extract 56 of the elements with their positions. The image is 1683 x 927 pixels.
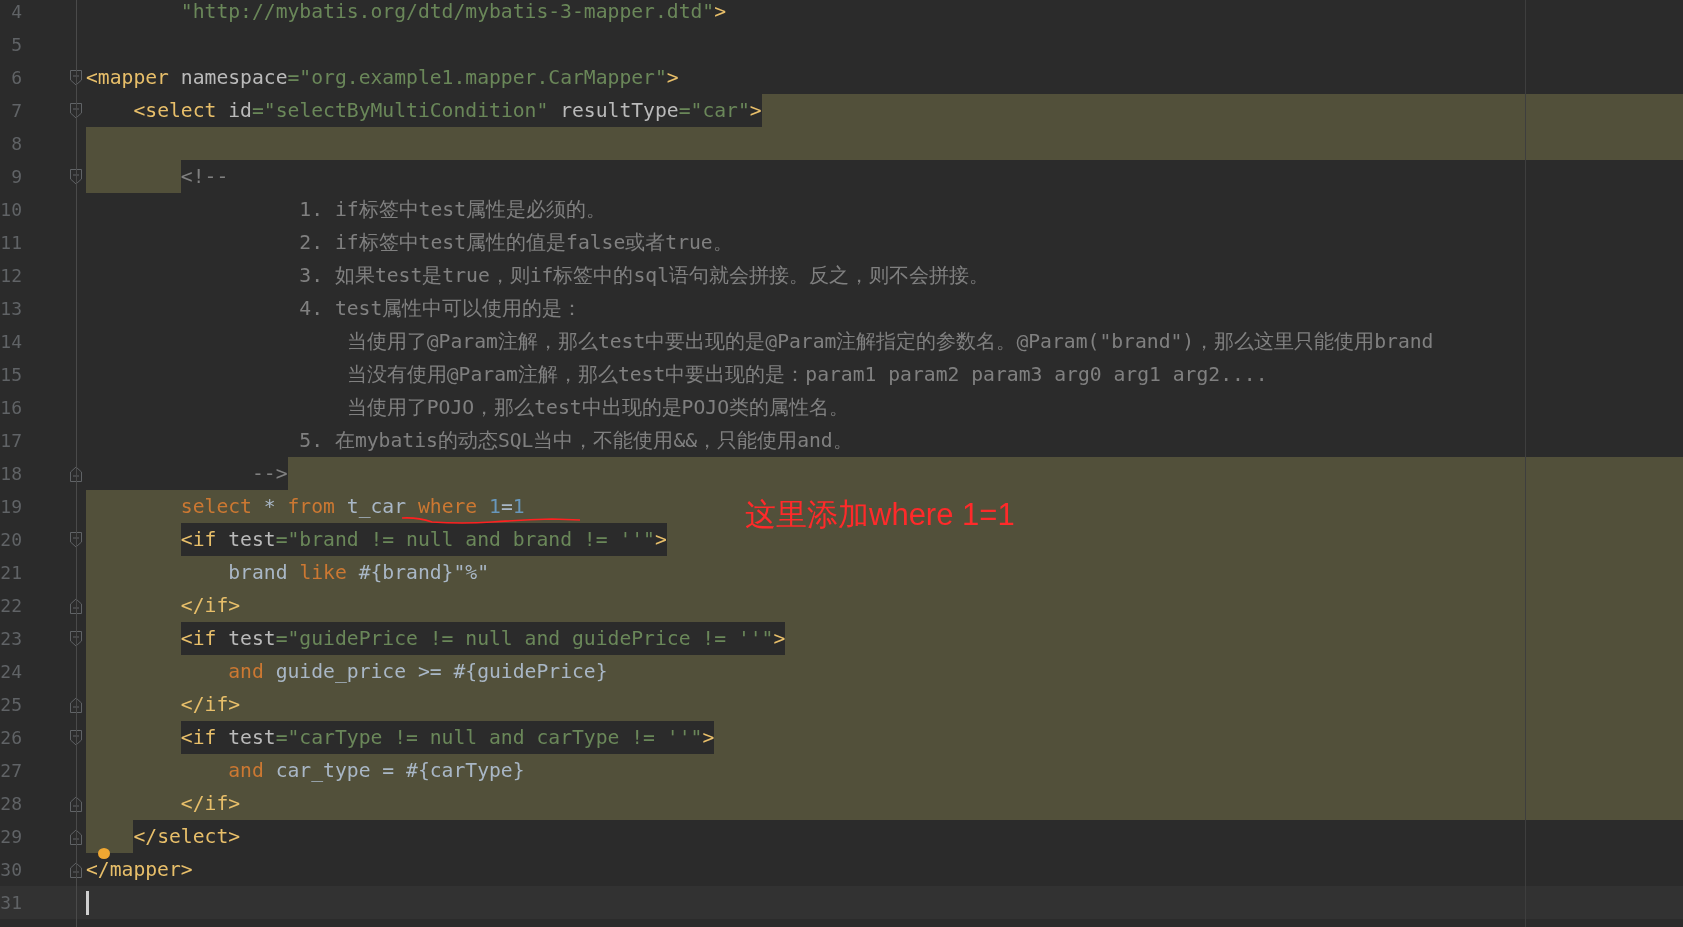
line-number: 25	[0, 694, 22, 715]
line-number: 4	[10, 1, 22, 22]
line-number: 14	[0, 331, 22, 352]
line-number: 13	[0, 298, 22, 319]
line-number: 16	[0, 397, 22, 418]
annotation-text: 这里添加where 1=1	[745, 496, 1015, 534]
code-line: 2. if标签中test属性的值是false或者true。	[299, 229, 733, 256]
code-line: -->	[251, 460, 288, 487]
code-line: 当使用了@Param注解，那么test中要出现的是@Param注解指定的参数名。@Param("brand")，那么这里只能使用brand	[346, 328, 1434, 355]
bulb-icon[interactable]	[98, 848, 110, 859]
line-number: 7	[10, 100, 22, 121]
code-line: 当使用了POJO，那么test中出现的是POJO类的属性名。	[346, 394, 849, 421]
line-number: 9	[10, 166, 22, 187]
fold-icon[interactable]	[70, 696, 82, 713]
code-line: "http://mybatis.org/dtd/mybatis-3-mapper.dtd">	[180, 0, 727, 25]
code-line: </select>	[133, 823, 241, 850]
fold-icon[interactable]	[70, 597, 82, 614]
line-number: 11	[0, 232, 22, 253]
fold-icon[interactable]	[70, 102, 82, 119]
line-number: 22	[0, 595, 22, 616]
fold-icon[interactable]	[70, 828, 82, 845]
line-number: 12	[0, 265, 22, 286]
line-number: 28	[0, 793, 22, 814]
code-line: <select id="selectByMultiCondition" resultType="car">	[133, 97, 762, 124]
line-number: 5	[10, 34, 22, 55]
line-number: 10	[0, 199, 22, 220]
line-number: 18	[0, 463, 22, 484]
code-line: 当没有使用@Param注解，那么test中要出现的是：param1 param2 param3 arg0 arg1 arg2....	[346, 361, 1268, 388]
line-number: 19	[0, 496, 22, 517]
fold-icon[interactable]	[70, 69, 82, 86]
code-line: 4. test属性中可以使用的是：	[299, 295, 583, 322]
fold-icon[interactable]	[70, 630, 82, 647]
line-number: 8	[10, 133, 22, 154]
line-number: 27	[0, 760, 22, 781]
fold-icon[interactable]	[70, 729, 82, 746]
code-line: </mapper>	[86, 859, 193, 880]
fold-icon[interactable]	[70, 168, 82, 185]
line-number: 24	[0, 661, 22, 682]
line-number: 29	[0, 826, 22, 847]
line-number: 20	[0, 529, 22, 550]
line-number: 21	[0, 562, 22, 583]
code-line: <!--	[180, 163, 229, 190]
fold-icon[interactable]	[70, 531, 82, 548]
line-number: 23	[0, 628, 22, 649]
line-number: 15	[0, 364, 22, 385]
fold-icon[interactable]	[70, 465, 82, 482]
code-line: 3. 如果test是true，则if标签中的sql语句就会拼接。反之，则不会拼接。	[299, 262, 989, 289]
code-line: <mapper namespace="org.example1.mapper.CarMapper">	[86, 64, 679, 91]
line-number: 30	[0, 859, 22, 880]
line-number: 6	[10, 67, 22, 88]
line-number: 26	[0, 727, 22, 748]
line-number: 17	[0, 430, 22, 451]
fold-icon[interactable]	[70, 795, 82, 812]
code-line: 1. if标签中test属性是必须的。	[299, 196, 607, 223]
fold-icon[interactable]	[70, 861, 82, 878]
code-line: 5. 在mybatis的动态SQL当中，不能使用&&，只能使用and。	[299, 427, 853, 454]
